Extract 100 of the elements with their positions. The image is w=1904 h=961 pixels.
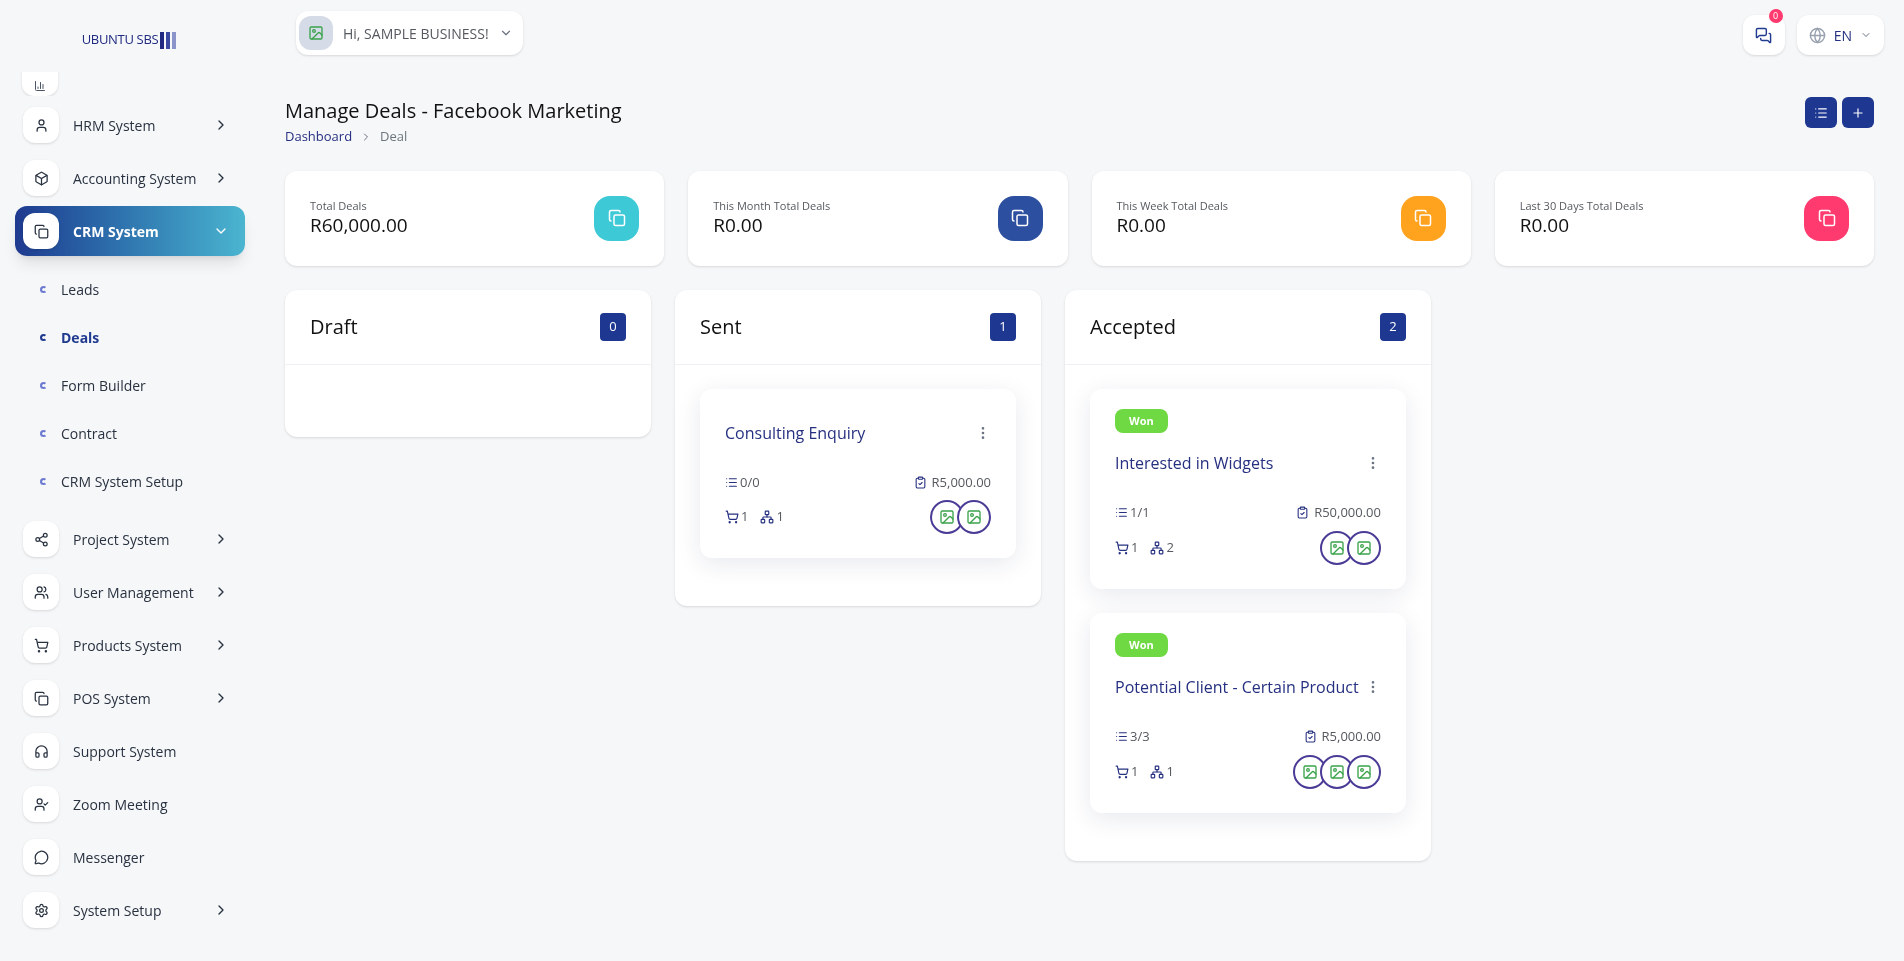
deal-title[interactable]: Interested in Widgets	[1115, 451, 1274, 475]
copy-icon	[23, 680, 59, 716]
sidebar-item[interactable]: POS System	[15, 673, 245, 723]
tasks-icon	[1115, 730, 1128, 744]
sources-count: 2	[1166, 537, 1174, 558]
breadcrumb-link[interactable]: Dashboard	[285, 127, 353, 147]
menu-label: Products System	[73, 634, 183, 656]
menu-label: Support System	[73, 740, 178, 762]
plus-icon	[1851, 105, 1865, 120]
sidebar-item[interactable]: System Setup	[15, 885, 245, 935]
tasks-count: 3/3	[1130, 727, 1150, 747]
sidebar-item[interactable]: Accounting System	[15, 153, 245, 203]
cart-icon	[725, 510, 739, 524]
bullet-icon	[40, 333, 47, 341]
sidebar-item[interactable]: HRM System	[15, 100, 245, 150]
status-badge: Won	[1115, 632, 1168, 657]
globe-icon	[1808, 26, 1826, 44]
cart-icon	[23, 627, 59, 663]
deal-price: R5,000.00	[931, 472, 991, 492]
menu-label: System Setup	[73, 899, 163, 921]
deal-title[interactable]: Consulting Enquiry	[725, 420, 866, 445]
add-button[interactable]	[1842, 97, 1874, 128]
sidebar-item[interactable]: Products System	[15, 620, 245, 670]
user-icon	[23, 107, 59, 143]
products-count: 1	[741, 507, 749, 527]
bullet-icon	[40, 477, 47, 485]
deal-card[interactable]: Won Potential Client - Certain Product 3/3 R5,000.00 1 1	[1090, 612, 1406, 813]
stage-title: Draft	[310, 311, 358, 342]
sidebar-item[interactable]: Messenger	[15, 832, 245, 882]
tasks-icon	[1115, 506, 1128, 520]
deal-price: R50,000.00	[1314, 503, 1381, 523]
stage-count: 2	[1380, 312, 1406, 341]
price-icon	[1303, 730, 1317, 744]
user-menu[interactable]: Hi, SAMPLE BUSINESS!	[296, 11, 523, 55]
cube-icon	[23, 160, 59, 196]
tasks-count: 1/1	[1130, 503, 1150, 523]
deal-card[interactable]: Consulting Enquiry 0/0 R5,000.00 1 1	[700, 388, 1016, 558]
page-title: Manage Deals - Facebook Marketing	[285, 96, 622, 126]
menu-label: Messenger	[73, 846, 146, 868]
cart-icon	[1115, 540, 1129, 555]
stat-label: This Week Total Deals	[1116, 197, 1228, 215]
users-icon	[23, 574, 59, 610]
cart-icon	[1115, 764, 1129, 779]
sidebar-item[interactable]: User Management	[15, 567, 245, 617]
sidebar-item[interactable]: Project System	[15, 514, 245, 564]
stat-value: R0.00	[713, 214, 764, 239]
logo-bars-icon	[160, 31, 179, 49]
language-button[interactable]: EN	[1796, 15, 1884, 55]
price-icon	[1296, 506, 1310, 520]
sources-count: 1	[1166, 761, 1174, 782]
menu-label: User Management	[73, 581, 195, 603]
sidebar-item[interactable]: CRM System	[15, 206, 245, 256]
tasks-count: 0/0	[740, 472, 760, 492]
sources-icon	[1150, 540, 1165, 555]
share-icon	[23, 521, 59, 557]
stat-label: This Month Total Deals	[713, 197, 831, 215]
chart-icon	[34, 80, 46, 92]
menu-label: Project System	[73, 528, 171, 550]
logo-text: UBUNTU SBS	[81, 30, 159, 50]
stage-count: 0	[600, 312, 626, 341]
menu-label: Zoom Meeting	[73, 793, 169, 815]
chat-icon	[1755, 26, 1773, 44]
deal-price: R5,000.00	[1321, 727, 1381, 747]
stage-count: 1	[990, 312, 1016, 341]
submenu-item[interactable]: CRM System Setup	[61, 470, 184, 492]
stat-label: Total Deals	[310, 197, 368, 215]
list-icon	[1814, 105, 1828, 120]
price-icon	[913, 475, 927, 489]
greeting: Hi, SAMPLE BUSINESS!	[343, 22, 489, 44]
copy-icon	[23, 213, 59, 249]
status-badge: Won	[1115, 408, 1168, 433]
stage-title: Sent	[700, 311, 742, 342]
stat-value: R60,000.00	[310, 214, 408, 239]
submenu-item[interactable]: Deals	[61, 326, 100, 348]
list-view-button[interactable]	[1805, 97, 1837, 128]
chat-icon	[23, 839, 59, 875]
sidebar-item[interactable]: Zoom Meeting	[15, 779, 245, 829]
menu-label: Accounting System	[73, 167, 198, 189]
menu-label: HRM System	[73, 114, 157, 136]
submenu-item[interactable]: Contract	[61, 422, 117, 444]
stage-title: Accepted	[1090, 311, 1176, 342]
bullet-icon	[40, 381, 47, 389]
menu-label: POS System	[73, 687, 152, 709]
stat-value: R0.00	[1519, 214, 1570, 239]
sources-count: 1	[776, 507, 784, 527]
products-count: 1	[1131, 537, 1139, 558]
bullet-icon	[40, 285, 47, 293]
deal-title[interactable]: Potential Client - Certain Product	[1115, 675, 1359, 699]
tasks-icon	[725, 475, 738, 489]
sources-icon	[1150, 764, 1165, 779]
sidebar-item[interactable]: Support System	[15, 726, 245, 776]
menu-label: CRM System	[73, 220, 160, 242]
stat-value: R0.00	[1116, 214, 1167, 239]
user-check-icon	[23, 786, 59, 822]
gear-icon	[23, 892, 59, 928]
deal-card[interactable]: Won Interested in Widgets 1/1 R50,000.00 1 2	[1090, 388, 1406, 589]
submenu-item[interactable]: Form Builder	[61, 374, 146, 396]
stat-label: Last 30 Days Total Deals	[1519, 197, 1644, 215]
submenu-item[interactable]: Leads	[61, 278, 100, 300]
products-count: 1	[1131, 761, 1139, 782]
